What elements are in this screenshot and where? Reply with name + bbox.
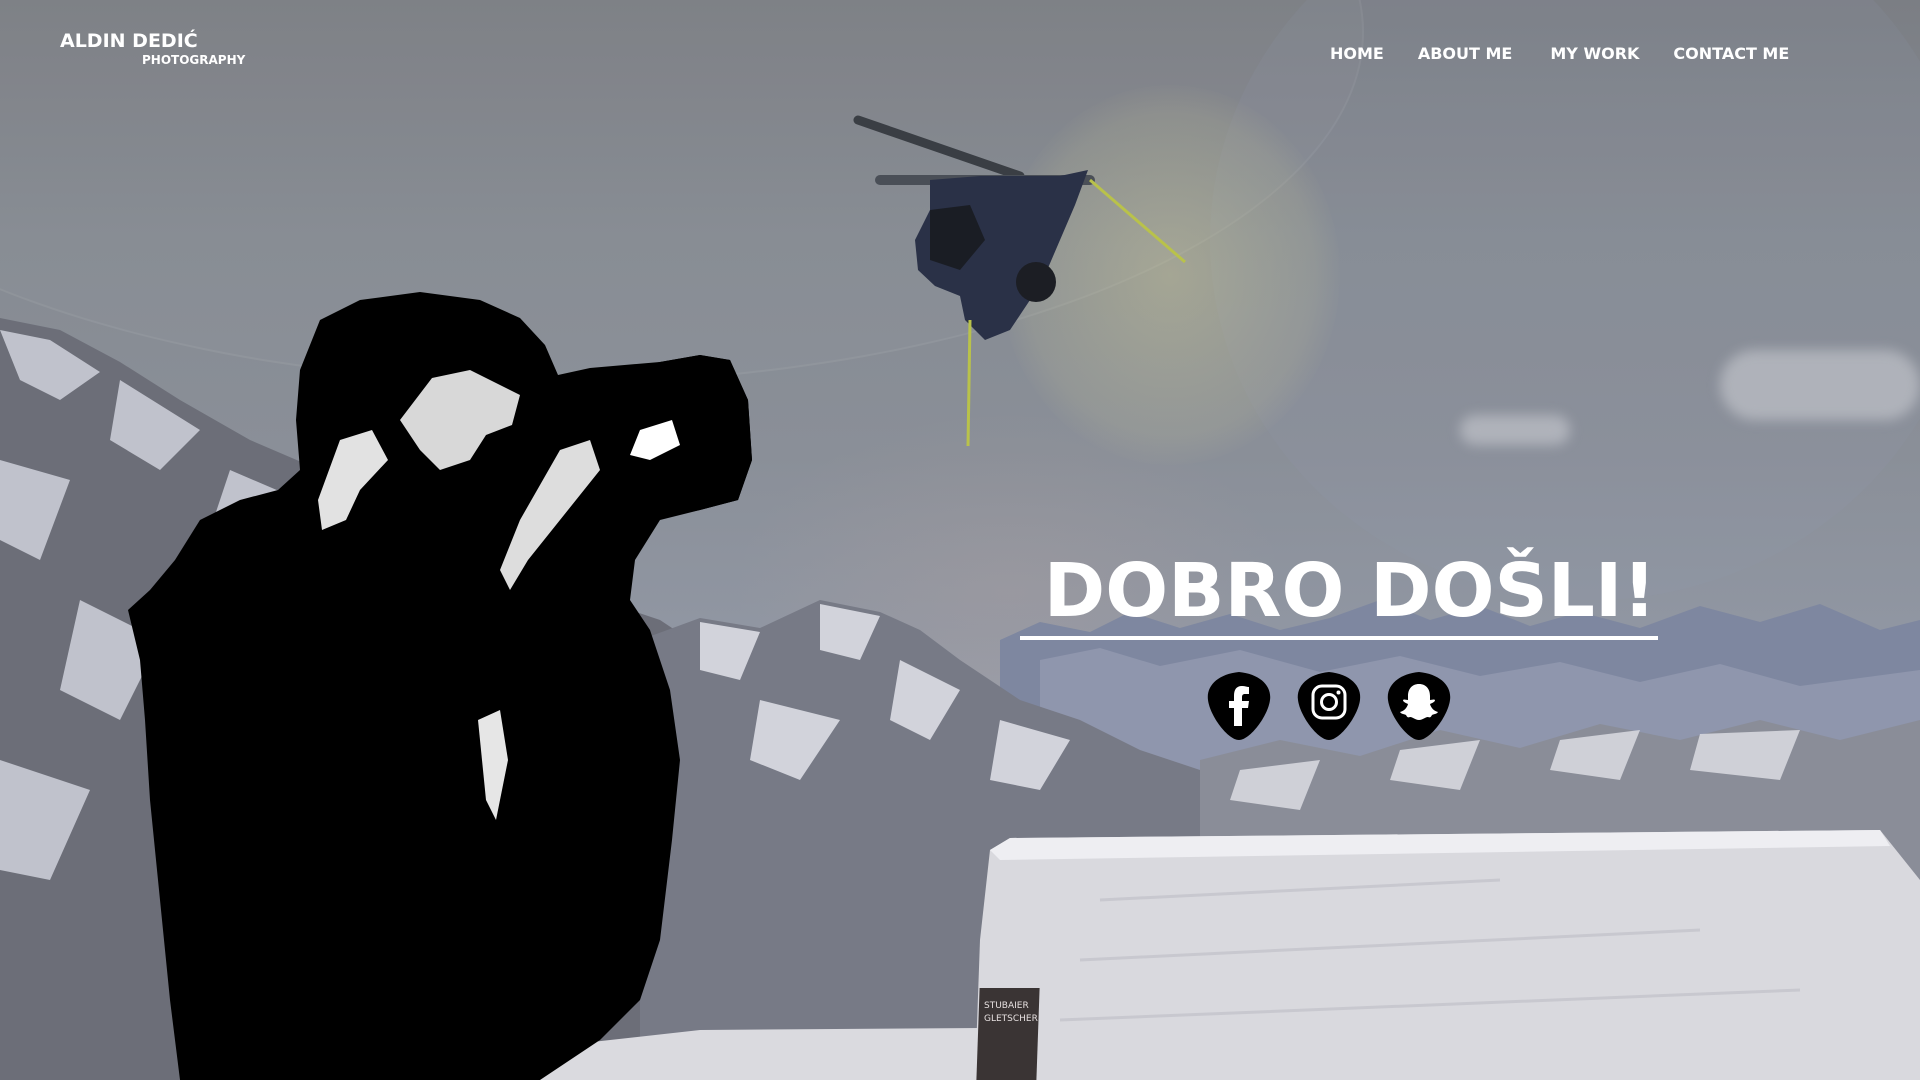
instagram-link[interactable]	[1290, 666, 1368, 744]
snapchat-icon	[1387, 672, 1451, 740]
nav-about-link[interactable]: ABOUT ME	[1418, 44, 1513, 63]
glacier-sign-text: STUBAIER GLETSCHER	[984, 1001, 1038, 1024]
logo-name: ALDIN DEDIĆ	[60, 30, 198, 52]
hero-underline	[1020, 636, 1658, 640]
facebook-icon	[1207, 672, 1271, 740]
logo-subtitle: PHOTOGRAPHY	[142, 53, 246, 67]
landing-page: STUBAIER GLETSCHER ALDIN DEDIĆ PHOTOGRAP…	[0, 0, 1920, 1080]
hero-background-image	[0, 115, 1920, 1080]
snow-kicker	[975, 830, 1920, 1080]
nav-home-link[interactable]: HOME	[1330, 44, 1384, 63]
site-logo[interactable]: ALDIN DEDIĆ PHOTOGRAPHY	[60, 30, 245, 67]
social-links	[1200, 666, 1458, 744]
instagram-icon	[1297, 672, 1361, 740]
skier-figure	[853, 115, 1186, 447]
nav-work-link[interactable]: MY WORK	[1550, 44, 1639, 63]
snapchat-link[interactable]	[1380, 666, 1458, 744]
hero-title: DOBRO DOŠLI!	[1043, 548, 1657, 634]
facebook-link[interactable]	[1200, 666, 1278, 744]
nav-contact-link[interactable]: CONTACT ME	[1673, 44, 1789, 63]
main-nav: HOME ABOUT ME MY WORK CONTACT ME	[1330, 44, 1823, 63]
